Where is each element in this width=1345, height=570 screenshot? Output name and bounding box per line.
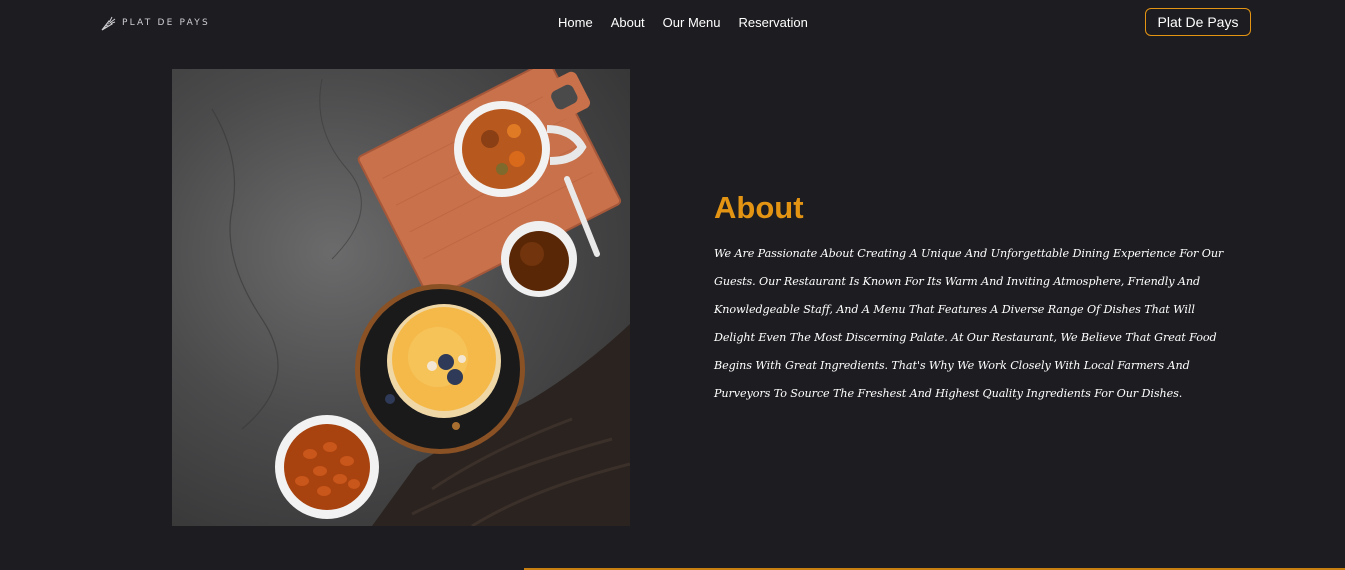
navbar: PLAT DE PAYS Home About Our Menu Reserva…	[0, 0, 1345, 46]
about-heading: About	[714, 190, 804, 225]
food-photo	[172, 69, 630, 526]
about-description: We Are Passionate About Creating A Uniqu…	[714, 247, 1224, 400]
nav-link-our-menu[interactable]: Our Menu	[654, 14, 730, 32]
carrot-logo-icon	[101, 16, 116, 30]
food-illustration	[211, 69, 630, 526]
nav-link-about[interactable]: About	[602, 14, 654, 32]
main-menu: Home About Our Menu Reservation	[549, 14, 817, 32]
logo-text: PLAT DE PAYS	[122, 18, 210, 28]
cta-button[interactable]: Plat De Pays	[1145, 8, 1251, 36]
nav-link-reservation[interactable]: Reservation	[729, 14, 816, 32]
logo[interactable]: PLAT DE PAYS	[100, 14, 210, 32]
page: PLAT DE PAYS Home About Our Menu Reserva…	[0, 0, 1345, 570]
nav-link-home[interactable]: Home	[549, 14, 602, 32]
